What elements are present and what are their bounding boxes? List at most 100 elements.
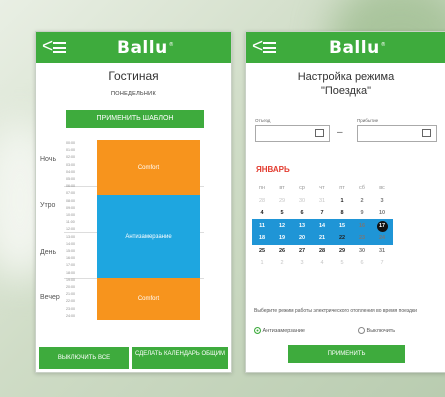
time-label: 18:00 [66,270,75,275]
weekday-label: вс [379,185,385,191]
calendar-day: 30 [298,197,306,204]
option-label: Выключить [366,327,396,334]
time-label: 01:00 [66,148,75,153]
calendar-day[interactable]: 25 [252,245,272,258]
weekday-label: чт [319,185,325,191]
back-icon[interactable]: < [252,36,263,58]
time-label: 21:00 [66,292,75,297]
calendar-day[interactable]: 16 [352,220,372,233]
time-label: 00:00 [66,141,75,145]
calendar-day: 28 [258,197,266,204]
page-title: Настройка режима "Поездка" [246,70,445,98]
calendar-day: 3 [300,260,304,266]
calendar-day[interactable]: 8 [332,207,352,220]
departure-date-field[interactable] [255,125,330,142]
calendar-day: 5 [340,260,344,266]
brand-logo: Ballu® [117,38,175,58]
back-icon[interactable]: < [42,36,53,58]
calendar-day[interactable]: 26 [272,245,292,258]
calendar[interactable]: пн вт ср чт пт сб вс 28 29 30 31 1 2 3 4 5 6 7 8 9 10 11 12 13… [252,182,442,270]
calendar-day[interactable]: 19 [272,232,292,245]
calendar-week: 28 29 30 31 1 2 3 [252,195,442,208]
calendar-day[interactable]: 21 [312,232,332,245]
make-calendar-common-button[interactable]: СДЕЛАТЬ КАЛЕНДАРЬ ОБЩИМ [132,347,228,369]
calendar-day[interactable]: 2 [352,195,372,208]
schedule-block-comfort[interactable]: Comfort [97,278,200,320]
radio-selected-icon[interactable] [254,327,261,334]
calendar-day[interactable]: 4 [252,207,272,220]
calendar-icon[interactable] [315,129,324,137]
apply-template-button[interactable]: ПРИМЕНИТЬ ШАБЛОН [66,110,204,128]
radio-icon[interactable] [358,327,365,334]
calendar-day[interactable]: 18 [252,232,272,245]
time-scale: 00:00 01:00 02:00 03:00 04:00 05:00 06:00 07:00… [66,140,94,320]
calendar-icon[interactable] [422,129,431,137]
time-label: 20:00 [66,285,75,290]
calendar-day[interactable]: 7 [312,207,332,220]
menu-icon[interactable] [263,42,276,53]
calendar-day[interactable]: 22 [332,232,352,245]
calendar-day[interactable]: 15 [332,220,352,233]
top-bar: < Ballu® [36,32,231,63]
time-label: 15:00 [66,249,75,254]
calendar-day[interactable]: 31 [372,245,392,258]
period-day: День [40,249,57,256]
arrival-date-field[interactable] [357,125,437,142]
room-title: Гостиная [108,69,159,83]
apply-button[interactable]: ПРИМЕНИТЬ [288,345,405,363]
time-label: 12:00 [66,227,75,232]
time-label: 03:00 [66,162,75,167]
calendar-day[interactable]: 12 [272,220,292,233]
calendar-day[interactable]: 24 [372,232,392,245]
time-label: 06:00 [66,184,75,189]
time-label: 17:00 [66,263,75,268]
calendar-week: 1 2 3 4 5 6 7 [252,257,442,270]
calendar-day[interactable]: 14 [312,220,332,233]
calendar-day[interactable]: 28 [312,245,332,258]
calendar-day[interactable]: 23 [352,232,372,245]
brand-logo: Ballu® [329,38,387,58]
title-line: Настройка режима [297,71,395,83]
weekday-header: пн вт ср чт пт сб вс [252,182,442,195]
calendar-day[interactable]: 20 [292,232,312,245]
calendar-day[interactable]: 17 [376,220,388,232]
time-label: 08:00 [66,198,75,203]
schedule-block-comfort[interactable]: Comfort [97,140,200,195]
calendar-day[interactable]: 13 [292,220,312,233]
time-label: 23:00 [66,306,75,311]
calendar-week: 11 12 13 14 15 16 17 [252,220,442,233]
calendar-day: 7 [380,260,384,266]
calendar-day[interactable]: 27 [292,245,312,258]
month-label: январь [256,165,290,174]
weekday-label: ср [299,185,305,191]
calendar-day[interactable]: 1 [332,195,352,208]
time-label: 02:00 [66,155,75,160]
calendar-day: 29 [278,197,286,204]
calendar-day[interactable]: 11 [252,220,272,233]
time-label: 13:00 [66,234,75,239]
schedule-block-antifreeze[interactable]: Антизамерзание [97,195,200,278]
weekday-label: пн [258,185,265,191]
calendar-day[interactable]: 6 [292,207,312,220]
calendar-day[interactable]: 30 [352,245,372,258]
time-label: 24:00 [66,313,75,318]
calendar-day[interactable]: 29 [332,245,352,258]
calendar-day: 6 [360,260,364,266]
calendar-day[interactable]: 5 [272,207,292,220]
calendar-week: 4 5 6 7 8 9 10 [252,207,442,220]
time-label: 07:00 [66,191,75,196]
option-off[interactable]: Выключить [358,327,395,334]
disable-all-button[interactable]: ВЫКЛЮЧИТЬ ВСЕ [39,347,129,369]
time-label: 10:00 [66,213,75,218]
calendar-day[interactable]: 10 [372,207,392,220]
time-label: 22:00 [66,299,75,304]
time-label: 16:00 [66,256,75,261]
mode-prompt: Выберите режим работы электрического ото… [254,308,417,314]
time-label: 19:00 [66,277,75,282]
schedule-grid[interactable]: Ночь Утро День Вечер 00:00 01:00 02:00 03:0… [36,140,231,342]
menu-icon[interactable] [53,42,66,53]
calendar-day[interactable]: 3 [372,195,392,208]
calendar-day[interactable]: 9 [352,207,372,220]
time-label: 09:00 [66,205,75,210]
option-antifreeze[interactable]: Антизамерзание [254,327,305,334]
